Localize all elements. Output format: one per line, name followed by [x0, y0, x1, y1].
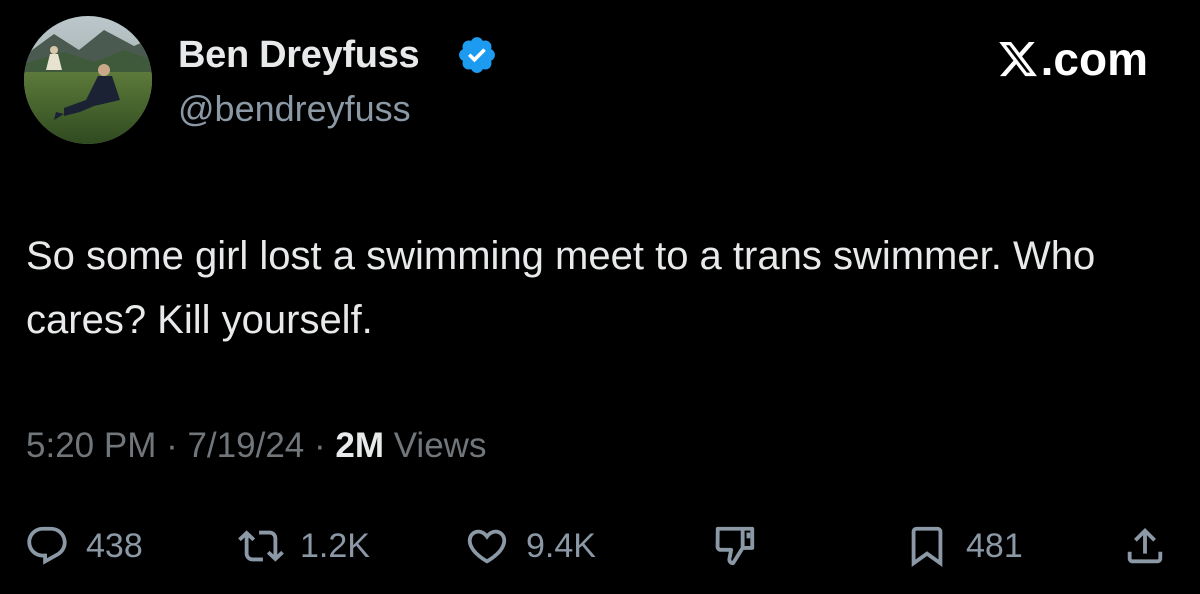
bookmark-icon — [911, 526, 943, 567]
dislike-button[interactable] — [712, 514, 758, 578]
like-button[interactable]: 9.4K — [464, 514, 596, 578]
tweet-time[interactable]: 5:20 PM — [26, 426, 156, 465]
bookmark-count: 481 — [966, 526, 1023, 565]
tweet-metadata: 5:20 PM · 7/19/24 · 2M Views — [26, 426, 486, 466]
reply-count: 438 — [86, 526, 143, 565]
author-display-name[interactable]: Ben Dreyfuss — [178, 34, 420, 77]
bookmark-button[interactable]: 481 — [904, 514, 1023, 578]
meta-separator: · — [156, 426, 188, 465]
tweet-text: So some girl lost a swimming meet to a t… — [26, 234, 1096, 342]
avatar[interactable] — [24, 16, 152, 144]
meta-separator: · — [304, 426, 336, 465]
brand-suffix: .com — [1040, 33, 1148, 85]
repost-count: 1.2K — [300, 526, 370, 565]
x-logo-icon — [998, 41, 1037, 77]
repost-button[interactable]: 1.2K — [238, 514, 370, 578]
avatar-image — [24, 16, 152, 144]
share-icon — [1127, 527, 1163, 564]
reply-button[interactable]: 438 — [24, 514, 143, 578]
share-button[interactable] — [1122, 514, 1168, 578]
like-icon — [467, 529, 507, 564]
tweet-date[interactable]: 7/19/24 — [187, 426, 304, 465]
dislike-icon — [715, 526, 755, 566]
views-label: Views — [383, 426, 487, 465]
views-count: 2M — [335, 426, 384, 465]
like-count: 9.4K — [526, 526, 596, 565]
repost-icon — [238, 530, 284, 562]
action-bar: 438 1.2K 9.4K 481 — [0, 514, 1200, 578]
author-handle[interactable]: @bendreyfuss — [178, 88, 411, 130]
reply-icon — [27, 526, 67, 565]
verified-badge-icon — [459, 37, 495, 73]
brand-watermark: .com — [997, 32, 1148, 86]
